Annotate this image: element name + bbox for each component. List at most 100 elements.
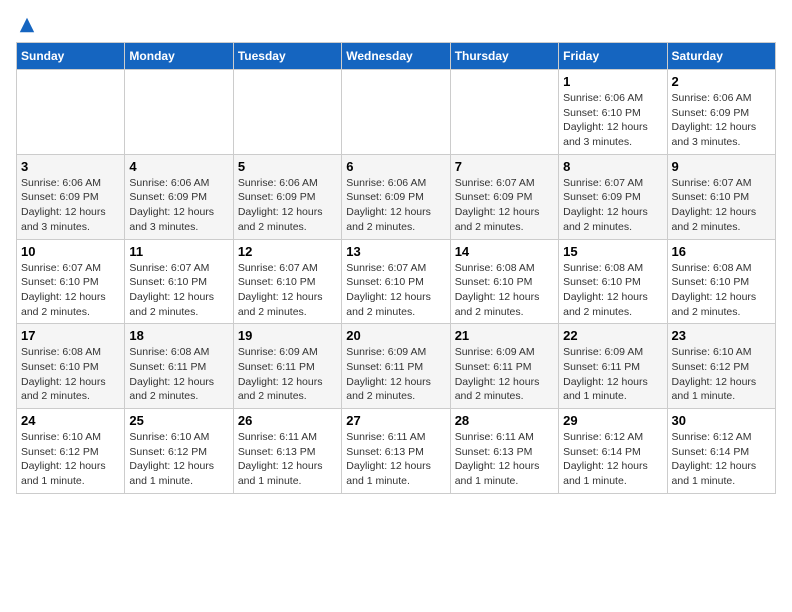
day-number: 3 (21, 159, 120, 174)
day-number: 30 (672, 413, 771, 428)
calendar-cell: 8 Sunrise: 6:07 AM Sunset: 6:09 PM Daylig… (559, 154, 667, 239)
calendar-cell: 19 Sunrise: 6:09 AM Sunset: 6:11 PM Dayli… (233, 324, 341, 409)
day-number: 13 (346, 244, 445, 259)
calendar-cell: 4 Sunrise: 6:06 AM Sunset: 6:09 PM Daylig… (125, 154, 233, 239)
day-info: Sunrise: 6:09 AM Sunset: 6:11 PM Dayligh… (238, 345, 337, 404)
calendar-cell: 16Sunrise: 6:08 AM Sunset: 6:10 PM Dayli… (667, 239, 775, 324)
day-info: Sunrise: 6:11 AM Sunset: 6:13 PM Dayligh… (455, 430, 554, 489)
calendar-cell (125, 70, 233, 155)
day-header-saturday: Saturday (667, 43, 775, 70)
calendar-cell: 27 Sunrise: 6:11 AM Sunset: 6:13 PM Dayli… (342, 409, 450, 494)
day-info: Sunrise: 6:07 AM Sunset: 6:10 PM Dayligh… (129, 261, 228, 320)
logo-icon (18, 16, 36, 34)
day-header-friday: Friday (559, 43, 667, 70)
day-number: 16 (672, 244, 771, 259)
day-info: Sunrise: 6:11 AM Sunset: 6:13 PM Dayligh… (346, 430, 445, 489)
calendar-table: SundayMondayTuesdayWednesdayThursdayFrid… (16, 42, 776, 494)
calendar-cell: 30 Sunrise: 6:12 AM Sunset: 6:14 PM Dayli… (667, 409, 775, 494)
day-info: Sunrise: 6:10 AM Sunset: 6:12 PM Dayligh… (21, 430, 120, 489)
day-info: Sunrise: 6:12 AM Sunset: 6:14 PM Dayligh… (563, 430, 662, 489)
calendar-cell: 15Sunrise: 6:08 AM Sunset: 6:10 PM Dayli… (559, 239, 667, 324)
day-info: Sunrise: 6:08 AM Sunset: 6:10 PM Dayligh… (21, 345, 120, 404)
calendar-cell: 22 Sunrise: 6:09 AM Sunset: 6:11 PM Dayli… (559, 324, 667, 409)
day-header-thursday: Thursday (450, 43, 558, 70)
logo (16, 16, 36, 30)
calendar-cell: 18 Sunrise: 6:08 AM Sunset: 6:11 PM Dayli… (125, 324, 233, 409)
calendar-cell: 26Sunrise: 6:11 AM Sunset: 6:13 PM Dayli… (233, 409, 341, 494)
day-header-sunday: Sunday (17, 43, 125, 70)
day-info: Sunrise: 6:06 AM Sunset: 6:09 PM Dayligh… (21, 176, 120, 235)
day-info: Sunrise: 6:08 AM Sunset: 6:10 PM Dayligh… (563, 261, 662, 320)
calendar-cell (233, 70, 341, 155)
day-number: 19 (238, 328, 337, 343)
calendar-week-4: 17 Sunrise: 6:08 AM Sunset: 6:10 PM Dayli… (17, 324, 776, 409)
calendar-cell: 20Sunrise: 6:09 AM Sunset: 6:11 PM Dayli… (342, 324, 450, 409)
calendar-cell: 2 Sunrise: 6:06 AM Sunset: 6:09 PM Daylig… (667, 70, 775, 155)
day-number: 14 (455, 244, 554, 259)
day-info: Sunrise: 6:12 AM Sunset: 6:14 PM Dayligh… (672, 430, 771, 489)
calendar-cell: 10 Sunrise: 6:07 AM Sunset: 6:10 PM Dayli… (17, 239, 125, 324)
day-number: 22 (563, 328, 662, 343)
calendar-cell: 29 Sunrise: 6:12 AM Sunset: 6:14 PM Dayli… (559, 409, 667, 494)
day-info: Sunrise: 6:10 AM Sunset: 6:12 PM Dayligh… (129, 430, 228, 489)
day-number: 21 (455, 328, 554, 343)
day-number: 8 (563, 159, 662, 174)
day-info: Sunrise: 6:06 AM Sunset: 6:09 PM Dayligh… (672, 91, 771, 150)
calendar-cell (342, 70, 450, 155)
day-number: 29 (563, 413, 662, 428)
day-info: Sunrise: 6:09 AM Sunset: 6:11 PM Dayligh… (455, 345, 554, 404)
calendar-header-row: SundayMondayTuesdayWednesdayThursdayFrid… (17, 43, 776, 70)
calendar-week-2: 3 Sunrise: 6:06 AM Sunset: 6:09 PM Daylig… (17, 154, 776, 239)
calendar-cell: 9 Sunrise: 6:07 AM Sunset: 6:10 PM Daylig… (667, 154, 775, 239)
calendar-week-5: 24 Sunrise: 6:10 AM Sunset: 6:12 PM Dayli… (17, 409, 776, 494)
day-info: Sunrise: 6:07 AM Sunset: 6:09 PM Dayligh… (563, 176, 662, 235)
day-info: Sunrise: 6:06 AM Sunset: 6:09 PM Dayligh… (346, 176, 445, 235)
calendar-week-1: 1 Sunrise: 6:06 AM Sunset: 6:10 PM Daylig… (17, 70, 776, 155)
day-number: 20 (346, 328, 445, 343)
day-number: 7 (455, 159, 554, 174)
day-number: 4 (129, 159, 228, 174)
day-number: 2 (672, 74, 771, 89)
day-number: 24 (21, 413, 120, 428)
day-number: 18 (129, 328, 228, 343)
day-info: Sunrise: 6:06 AM Sunset: 6:09 PM Dayligh… (129, 176, 228, 235)
day-number: 10 (21, 244, 120, 259)
day-number: 5 (238, 159, 337, 174)
calendar-cell: 25 Sunrise: 6:10 AM Sunset: 6:12 PM Dayli… (125, 409, 233, 494)
day-number: 12 (238, 244, 337, 259)
day-number: 27 (346, 413, 445, 428)
calendar-cell: 28 Sunrise: 6:11 AM Sunset: 6:13 PM Dayli… (450, 409, 558, 494)
day-info: Sunrise: 6:07 AM Sunset: 6:10 PM Dayligh… (346, 261, 445, 320)
calendar-cell: 12 Sunrise: 6:07 AM Sunset: 6:10 PM Dayli… (233, 239, 341, 324)
day-info: Sunrise: 6:07 AM Sunset: 6:10 PM Dayligh… (672, 176, 771, 235)
calendar-cell: 6 Sunrise: 6:06 AM Sunset: 6:09 PM Daylig… (342, 154, 450, 239)
day-info: Sunrise: 6:07 AM Sunset: 6:10 PM Dayligh… (238, 261, 337, 320)
day-info: Sunrise: 6:11 AM Sunset: 6:13 PM Dayligh… (238, 430, 337, 489)
page-header (16, 16, 776, 30)
day-header-wednesday: Wednesday (342, 43, 450, 70)
calendar-cell: 21 Sunrise: 6:09 AM Sunset: 6:11 PM Dayli… (450, 324, 558, 409)
calendar-cell: 7 Sunrise: 6:07 AM Sunset: 6:09 PM Daylig… (450, 154, 558, 239)
day-info: Sunrise: 6:07 AM Sunset: 6:10 PM Dayligh… (21, 261, 120, 320)
calendar-week-3: 10 Sunrise: 6:07 AM Sunset: 6:10 PM Dayli… (17, 239, 776, 324)
day-info: Sunrise: 6:06 AM Sunset: 6:10 PM Dayligh… (563, 91, 662, 150)
calendar-cell: 1 Sunrise: 6:06 AM Sunset: 6:10 PM Daylig… (559, 70, 667, 155)
day-number: 25 (129, 413, 228, 428)
day-info: Sunrise: 6:07 AM Sunset: 6:09 PM Dayligh… (455, 176, 554, 235)
calendar-cell: 3 Sunrise: 6:06 AM Sunset: 6:09 PM Daylig… (17, 154, 125, 239)
day-info: Sunrise: 6:09 AM Sunset: 6:11 PM Dayligh… (563, 345, 662, 404)
day-number: 1 (563, 74, 662, 89)
calendar-cell (17, 70, 125, 155)
day-header-monday: Monday (125, 43, 233, 70)
calendar-cell: 24 Sunrise: 6:10 AM Sunset: 6:12 PM Dayli… (17, 409, 125, 494)
calendar-cell: 11Sunrise: 6:07 AM Sunset: 6:10 PM Dayli… (125, 239, 233, 324)
calendar-cell: 13 Sunrise: 6:07 AM Sunset: 6:10 PM Dayli… (342, 239, 450, 324)
day-number: 17 (21, 328, 120, 343)
day-number: 9 (672, 159, 771, 174)
day-number: 6 (346, 159, 445, 174)
day-info: Sunrise: 6:08 AM Sunset: 6:11 PM Dayligh… (129, 345, 228, 404)
day-info: Sunrise: 6:10 AM Sunset: 6:12 PM Dayligh… (672, 345, 771, 404)
day-header-tuesday: Tuesday (233, 43, 341, 70)
day-number: 28 (455, 413, 554, 428)
day-info: Sunrise: 6:08 AM Sunset: 6:10 PM Dayligh… (455, 261, 554, 320)
